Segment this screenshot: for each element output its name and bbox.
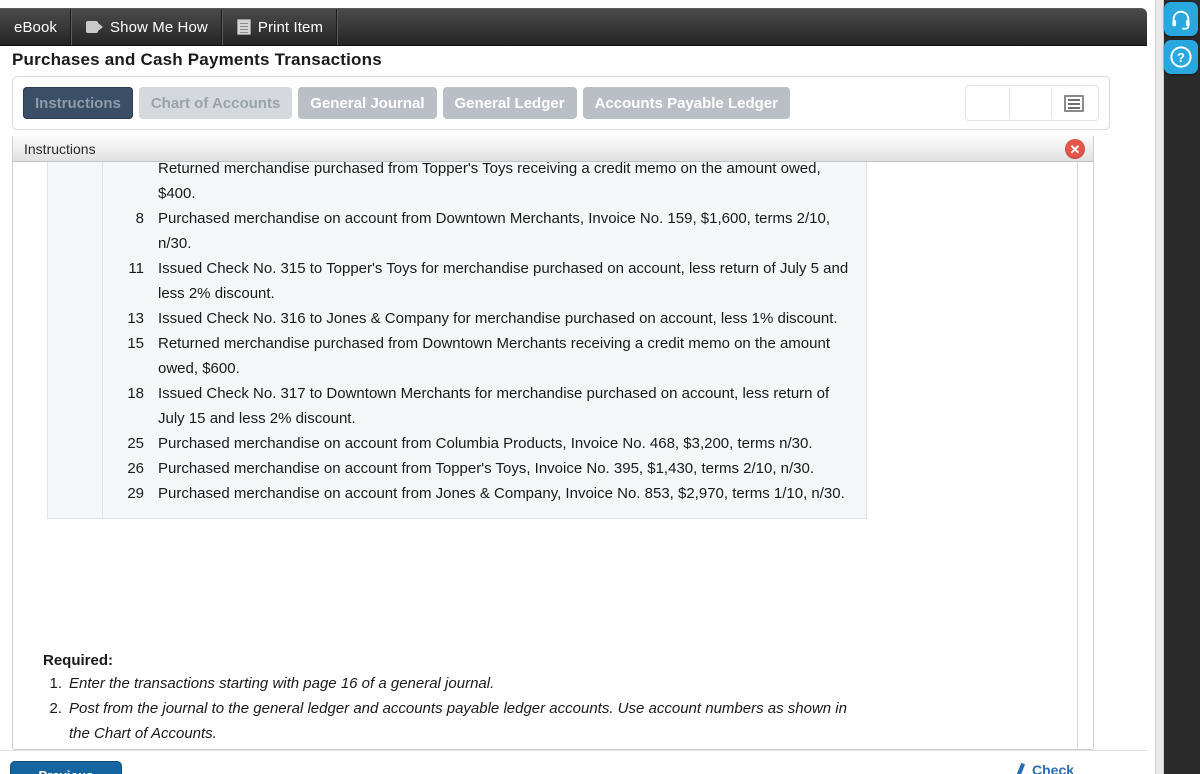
tab-general-journal[interactable]: General Journal xyxy=(298,87,437,119)
right-rail: ? xyxy=(1164,0,1200,774)
transaction-description: Issued Check No. 315 to Topper's Toys fo… xyxy=(158,260,849,302)
toolbar-ebook-button[interactable]: eBook xyxy=(0,9,73,45)
support-button[interactable] xyxy=(1164,2,1198,36)
ebook-label: eBook xyxy=(14,18,58,36)
instructions-window-body: Returned merchandise purchased from Topp… xyxy=(13,162,1093,749)
segmented-button-2[interactable] xyxy=(1010,88,1052,118)
required-item-text: Enter the transactions starting with pag… xyxy=(69,675,495,692)
question-mark-icon: ? xyxy=(1170,46,1192,68)
check-icon xyxy=(1010,762,1026,774)
bottom-bar: Previous Check xyxy=(0,750,1147,774)
previous-button[interactable]: Previous xyxy=(10,761,122,774)
list-view-button[interactable] xyxy=(1052,88,1096,118)
tab-instructions-label: Instructions xyxy=(35,94,121,112)
tab-general-ledger-label: General Ledger xyxy=(454,94,565,112)
transaction-description: Returned merchandise purchased from Down… xyxy=(158,335,830,377)
tab-general-ledger[interactable]: General Ledger xyxy=(442,87,577,119)
required-item: 1. Enter the transactions starting with … xyxy=(43,671,943,696)
svg-text:?: ? xyxy=(1177,50,1185,65)
toolbar-show-me-how-button[interactable]: Show Me How xyxy=(72,9,223,45)
tab-accounts-payable-ledger[interactable]: Accounts Payable Ledger xyxy=(582,87,790,119)
transaction-row: 15 Returned merchandise purchased from D… xyxy=(48,331,866,381)
help-button[interactable]: ? xyxy=(1164,40,1198,74)
close-icon-glyph: ✕ xyxy=(1069,141,1081,157)
toolbar-print-item-button[interactable]: Print Item xyxy=(223,9,339,45)
show-me-how-label: Show Me How xyxy=(110,18,208,36)
transaction-list: Returned merchandise purchased from Topp… xyxy=(47,162,867,519)
required-item-number: 1. xyxy=(49,675,62,692)
page-title: Purchases and Cash Payments Transactions xyxy=(12,50,382,69)
required-item-number: 2. xyxy=(49,700,62,717)
segmented-control-group xyxy=(965,85,1099,121)
required-item-text: Post from the journal to the general led… xyxy=(69,700,847,742)
instructions-window: Instructions ✕ Returned merchandise purc… xyxy=(12,136,1094,750)
required-section: Required: 1. Enter the transactions star… xyxy=(43,652,943,746)
previous-button-label: Previous xyxy=(39,768,94,774)
print-item-label: Print Item xyxy=(257,18,324,36)
transaction-description: Purchased merchandise on account from To… xyxy=(158,460,815,477)
tab-chart-of-accounts[interactable]: Chart of Accounts xyxy=(138,87,293,119)
tab-chart-of-accounts-label: Chart of Accounts xyxy=(150,94,281,112)
video-icon xyxy=(86,21,104,33)
transaction-row: 13 Issued Check No. 316 to Jones & Compa… xyxy=(48,306,866,331)
required-heading: Required: xyxy=(43,652,114,669)
tab-strip: Instructions Chart of Accounts General J… xyxy=(12,76,1110,130)
required-item: 2. Post from the journal to the general … xyxy=(43,696,943,746)
instructions-window-header: Instructions ✕ xyxy=(13,136,1093,162)
transaction-description: Purchased merchandise on account from Do… xyxy=(158,210,831,252)
tab-instructions[interactable]: Instructions xyxy=(23,87,133,119)
transaction-row: 26 Purchased merchandise on account from… xyxy=(48,456,866,481)
transaction-row: 25 Purchased merchandise on account from… xyxy=(48,431,866,456)
document-icon xyxy=(236,19,251,35)
transaction-row: 11 Issued Check No. 315 to Topper's Toys… xyxy=(48,256,866,306)
list-view-icon xyxy=(1064,94,1084,112)
headset-icon xyxy=(1172,10,1190,30)
instructions-window-title: Instructions xyxy=(24,140,96,157)
date-column-divider xyxy=(102,162,103,518)
transaction-description: Returned merchandise purchased from Topp… xyxy=(158,162,821,202)
transaction-row: 29 Purchased merchandise on account from… xyxy=(48,481,866,506)
transaction-description: Issued Check No. 317 to Downtown Merchan… xyxy=(158,385,830,427)
transaction-row: 18 Issued Check No. 317 to Downtown Merc… xyxy=(48,381,866,431)
top-toolbar: eBook Show Me How Print Item xyxy=(0,8,1147,46)
tab-general-journal-label: General Journal xyxy=(310,94,425,112)
segmented-button-1[interactable] xyxy=(968,88,1010,118)
right-scroll-strip[interactable] xyxy=(1155,0,1164,774)
transaction-description: Issued Check No. 316 to Jones & Company … xyxy=(158,310,838,327)
app-root: eBook Show Me How Print Item Purchases a… xyxy=(0,0,1200,774)
check-button-label: Check xyxy=(1032,762,1075,774)
content-divider xyxy=(1077,162,1078,749)
transaction-description: Purchased merchandise on account from Jo… xyxy=(158,485,845,502)
transaction-row: 8 Purchased merchandise on account from … xyxy=(48,206,866,256)
check-button[interactable]: Check xyxy=(1010,762,1074,774)
transaction-row: Returned merchandise purchased from Topp… xyxy=(48,162,866,206)
tab-accounts-payable-ledger-label: Accounts Payable Ledger xyxy=(594,94,778,112)
close-icon[interactable]: ✕ xyxy=(1065,139,1085,159)
transaction-description: Purchased merchandise on account from Co… xyxy=(158,435,813,452)
